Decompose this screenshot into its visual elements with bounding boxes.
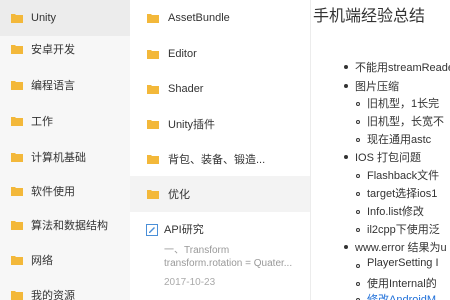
sub-bullet-circle xyxy=(356,282,360,286)
note-label: Shader xyxy=(168,83,204,95)
folder-icon xyxy=(11,152,23,162)
note-label: 背包、装备、锻造... xyxy=(168,154,266,166)
sub-bullet-circle xyxy=(356,264,360,268)
bullet-dot xyxy=(344,245,348,249)
content-line: 旧机型，长宽不 xyxy=(367,116,444,128)
note-label: Editor xyxy=(168,48,197,60)
article-title: 手机端经验总结 xyxy=(313,8,426,25)
content-line: 图片压缩 xyxy=(355,81,399,93)
article-pane: 手机端经验总结 不能用streamReader 图片压缩 旧机型，1长完 旧机型… xyxy=(311,0,450,300)
category-item-algorithms[interactable]: 算法和数据结构 xyxy=(0,207,130,243)
doc-date: 2017-10-23 xyxy=(164,277,216,288)
note-item-editor[interactable]: Editor xyxy=(130,36,310,72)
folder-icon xyxy=(147,49,159,59)
category-label: 网络 xyxy=(31,255,53,267)
category-sidebar: Unity 安卓开发 编程语言 工作 计算机基础 软件使用 算法和数据结构 网络… xyxy=(0,0,130,300)
folder-icon xyxy=(147,119,159,129)
category-label: 软件使用 xyxy=(31,186,75,198)
category-item-resources[interactable]: 我的资源 xyxy=(0,277,130,300)
folder-icon xyxy=(11,255,23,265)
category-label: 我的资源 xyxy=(31,290,75,300)
note-item-inventory[interactable]: 背包、装备、锻造... xyxy=(130,141,310,177)
document-icon xyxy=(146,223,158,236)
doc-snippet-line-1: 一、Transform xyxy=(164,245,230,256)
category-item-software[interactable]: 软件使用 xyxy=(0,173,130,209)
sub-bullet-circle xyxy=(356,174,360,178)
content-line: target选择ios1 xyxy=(367,188,438,200)
category-label: 计算机基础 xyxy=(31,152,86,164)
doc-item-api-research[interactable]: API研究 一、Transform transform.rotation = Q… xyxy=(130,216,310,300)
note-list: AssetBundle Editor Shader Unity插件 背包、装备、… xyxy=(130,0,310,300)
note-item-unity-plugins[interactable]: Unity插件 xyxy=(130,106,310,142)
note-item-optimization[interactable]: 优化 xyxy=(130,176,310,212)
sub-bullet-circle xyxy=(356,192,360,196)
bullet-dot xyxy=(344,65,348,69)
folder-icon xyxy=(11,80,23,90)
folder-icon xyxy=(11,186,23,196)
sub-bullet-circle xyxy=(356,120,360,124)
folder-icon xyxy=(147,189,159,199)
sub-bullet-circle xyxy=(356,228,360,232)
note-item-assetbundle[interactable]: AssetBundle xyxy=(130,0,310,36)
folder-icon xyxy=(11,220,23,230)
content-link-line[interactable]: 修改AndroidM xyxy=(367,291,436,300)
folder-icon xyxy=(147,13,159,23)
bullet-dot xyxy=(344,84,348,88)
folder-icon xyxy=(11,44,23,54)
content-line: 现在通用astc xyxy=(367,134,432,146)
content-line: IOS 打包问题 xyxy=(355,152,422,164)
folder-icon xyxy=(147,84,159,94)
note-label: Unity插件 xyxy=(168,119,216,131)
folder-icon xyxy=(11,116,23,126)
sub-bullet-circle xyxy=(356,138,360,142)
note-label: 优化 xyxy=(168,189,190,201)
category-item-work[interactable]: 工作 xyxy=(0,103,130,139)
category-label: 编程语言 xyxy=(31,80,75,92)
category-item-network[interactable]: 网络 xyxy=(0,242,130,278)
category-item-languages[interactable]: 编程语言 xyxy=(0,67,130,103)
content-line: 不能用streamReader xyxy=(355,62,450,74)
bullet-dot xyxy=(344,155,348,159)
content-line: 旧机型，1长完 xyxy=(367,98,440,110)
doc-snippet-line-2: transform.rotation = Quater... xyxy=(164,258,293,269)
content-line: Flashback文件 xyxy=(367,170,440,182)
doc-title: API研究 xyxy=(164,224,204,236)
category-label: Unity xyxy=(31,12,57,24)
note-label: AssetBundle xyxy=(168,12,230,24)
category-item-cs-basics[interactable]: 计算机基础 xyxy=(0,139,130,175)
note-item-shader[interactable]: Shader xyxy=(130,71,310,107)
content-line: www.error 结果为u xyxy=(355,242,447,254)
category-label: 算法和数据结构 xyxy=(31,220,108,232)
content-line: 使用Internal的 xyxy=(367,278,437,290)
sub-bullet-circle xyxy=(356,102,360,106)
content-line: PlayerSetting I xyxy=(367,257,439,269)
folder-icon xyxy=(147,154,159,164)
folder-icon xyxy=(11,290,23,300)
category-item-android[interactable]: 安卓开发 xyxy=(0,31,130,67)
category-label: 工作 xyxy=(31,116,53,128)
content-line: il2cpp下使用泛 xyxy=(367,224,440,236)
content-line: Info.list修改 xyxy=(367,206,424,218)
category-label: 安卓开发 xyxy=(31,44,75,56)
folder-icon xyxy=(11,13,23,23)
sub-bullet-circle xyxy=(356,210,360,214)
